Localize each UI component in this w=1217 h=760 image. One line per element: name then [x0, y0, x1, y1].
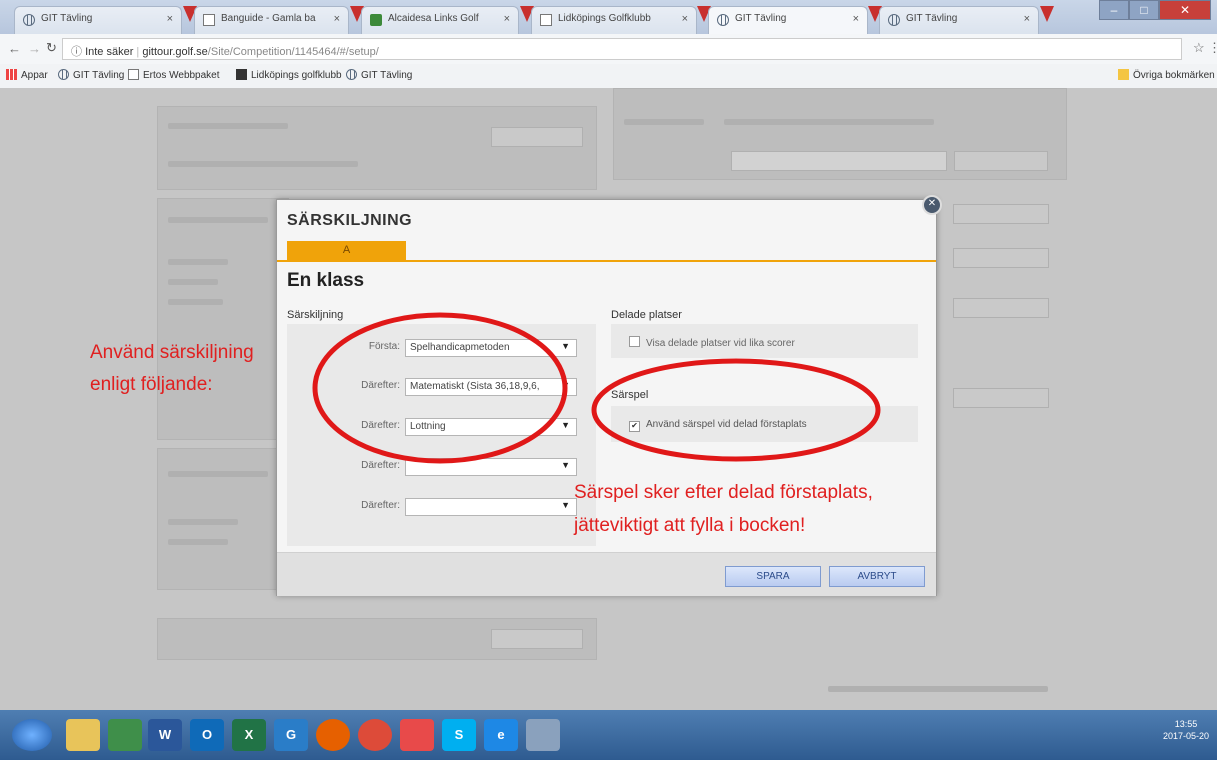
taskbar: W O X G S e 13:55 2017-05-20 [0, 710, 1217, 760]
explorer-icon[interactable] [66, 719, 100, 751]
lifebuoy-icon[interactable] [400, 719, 434, 751]
app-icon[interactable] [108, 719, 142, 751]
g-app-icon[interactable]: G [274, 719, 308, 751]
chrome-icon[interactable] [358, 719, 392, 751]
excel-icon[interactable]: X [232, 719, 266, 751]
annotation-ellipse-playoff [591, 358, 881, 462]
notes-icon[interactable] [526, 719, 560, 751]
annotation-text-right-1: Särspel sker efter delad förstaplats, [574, 482, 873, 503]
annotation-text-left-1: Använd särskiljning [90, 342, 254, 363]
word-icon[interactable]: W [148, 719, 182, 751]
firefox-icon[interactable] [316, 719, 350, 751]
annotation-ellipse-tiebreak [312, 312, 568, 464]
outlook-icon[interactable]: O [190, 719, 224, 751]
start-button-icon[interactable] [12, 719, 52, 751]
annotation-text-right-2: jätteviktigt att fylla i bocken! [574, 515, 806, 536]
internet-explorer-icon[interactable]: e [484, 719, 518, 751]
system-clock[interactable]: 13:55 2017-05-20 [1163, 718, 1209, 742]
skype-icon[interactable]: S [442, 719, 476, 751]
annotation-text-left-2: enligt följande: [90, 374, 213, 395]
